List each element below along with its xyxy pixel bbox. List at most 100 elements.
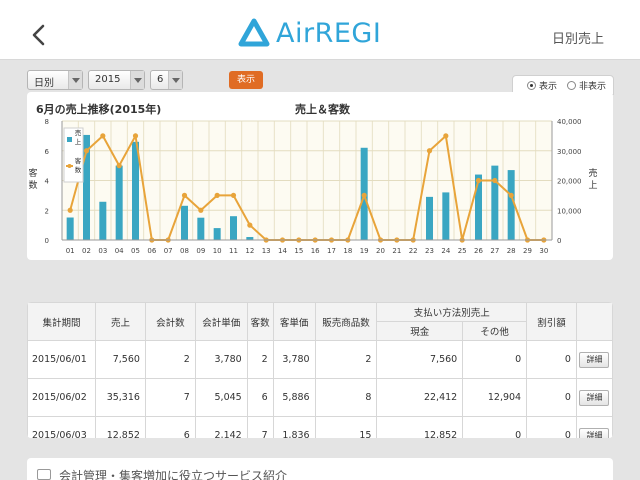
x-tick-label: 11 xyxy=(229,247,238,255)
sales-table-panel: 集計期間 売上 会計数 会計単価 客数 客単価 販売商品数 支払い方法別売上 割… xyxy=(27,302,613,438)
customers-point xyxy=(83,148,90,154)
cell-cash: 12,852 xyxy=(376,416,464,438)
col-customer-price: 客単価 xyxy=(272,302,316,341)
customers-point xyxy=(492,177,498,184)
cell-other: 0 xyxy=(462,416,528,438)
col-count: 会計数 xyxy=(144,302,196,341)
detail-button[interactable]: 詳細 xyxy=(579,389,610,406)
toggle-hide-radio[interactable]: 非表示 xyxy=(567,79,606,92)
period-select-value: 日別 xyxy=(34,78,54,89)
legend-label-customers-char: 客 xyxy=(75,156,82,165)
x-tick-label: 06 xyxy=(147,247,156,255)
cell-customer-price: 5,886 xyxy=(272,378,316,417)
sales-bar xyxy=(230,216,237,240)
cell-items: 2 xyxy=(314,340,378,379)
x-tick-label: 03 xyxy=(98,247,107,255)
sales-chart: 01 02 03 04 05 06 07 08 09 10 11 12 13 14 15 16 17 18 19 20… xyxy=(28,118,597,255)
right-tick-label: 40,000 xyxy=(557,118,582,126)
sales-bar xyxy=(475,174,482,240)
year-select-value: 2015 xyxy=(95,74,121,85)
table-row: 2015/06/03 12,852 6 2,142 7 1,836 15 12,… xyxy=(27,416,613,438)
customers-point xyxy=(100,133,106,139)
customers-point xyxy=(247,222,253,228)
x-tick-label: 23 xyxy=(425,247,434,255)
chevron-down-icon xyxy=(68,71,82,89)
x-tick-label: 29 xyxy=(523,247,532,255)
left-tick-label: 2 xyxy=(45,207,49,215)
cell-customer-price: 3,780 xyxy=(272,340,316,379)
col-sales: 売上 xyxy=(94,302,146,341)
left-tick-label: 6 xyxy=(45,148,50,156)
x-tick-label: 28 xyxy=(507,247,516,255)
col-payment-group: 支払い方法別売上 xyxy=(376,302,528,322)
y-label-left-char: 数 xyxy=(28,179,37,191)
filter-bar: 日別 2015 6 xyxy=(27,70,188,90)
cell-items: 15 xyxy=(314,416,378,438)
cell-customer-price: 1,836 xyxy=(272,416,316,438)
customers-point xyxy=(214,192,220,198)
period-select[interactable]: 日別 xyxy=(27,70,83,90)
x-tick-label: 19 xyxy=(360,247,369,255)
service-intro-panel[interactable]: 会計管理・集客増加に役立つサービス紹介 xyxy=(27,458,613,480)
col-period: 集計期間 xyxy=(27,302,96,341)
right-tick-label: 10,000 xyxy=(557,207,582,215)
detail-button[interactable]: 詳細 xyxy=(579,427,610,438)
x-tick-label: 10 xyxy=(213,247,222,255)
app-header: AirREGI 日別売上 xyxy=(0,0,640,60)
cell-unit-price: 5,045 xyxy=(194,378,248,417)
left-tick-labels: 0 2 4 6 8 xyxy=(45,118,50,245)
cell-date: 2015/06/03 xyxy=(27,416,96,438)
cell-sales: 7,560 xyxy=(94,340,146,379)
chevron-down-icon xyxy=(130,71,144,89)
page-title: 日別売上 xyxy=(551,32,604,47)
cell-detail: 詳細 xyxy=(575,340,613,379)
table-row: 2015/06/01 7,560 2 3,780 2 3,780 2 7,560… xyxy=(27,340,613,379)
col-items: 販売商品数 xyxy=(314,302,378,341)
customers-point xyxy=(230,192,237,198)
cell-sales: 35,316 xyxy=(94,378,146,417)
x-tick-label: 13 xyxy=(262,247,271,255)
legend-label-sales-char: 上 xyxy=(75,137,82,146)
col-discount: 割引額 xyxy=(526,302,577,341)
year-select[interactable]: 2015 xyxy=(88,70,145,90)
toggle-show-radio[interactable]: 表示 xyxy=(527,79,557,92)
sales-bar xyxy=(66,217,74,240)
customers-point xyxy=(426,148,433,154)
x-tick-label: 25 xyxy=(458,247,467,255)
back-arrow-icon[interactable] xyxy=(30,24,48,46)
customers-point xyxy=(443,133,449,139)
legend-marker-customers xyxy=(67,164,72,168)
y-label-left-char: 客 xyxy=(28,167,37,179)
toggle-show-label: 表示 xyxy=(539,81,558,92)
cell-discount: 0 xyxy=(526,378,577,417)
x-tick-label: 26 xyxy=(474,247,483,255)
x-tick-label: 18 xyxy=(343,247,352,255)
cell-sales: 12,852 xyxy=(94,416,146,438)
x-tick-label: 14 xyxy=(278,247,287,255)
customers-point xyxy=(132,133,139,139)
sales-bar xyxy=(426,196,433,240)
show-button[interactable]: 表示 xyxy=(229,71,263,89)
logo-text: AirREGI xyxy=(276,17,382,49)
col-cash: 現金 xyxy=(376,321,464,341)
x-tick-labels: 01 02 03 04 05 06 07 08 09 10 11 12 13 14 15 16 17 18 19 20… xyxy=(66,247,549,255)
service-intro-title: 会計管理・集客増加に役立つサービス紹介 xyxy=(59,469,288,480)
sales-bar xyxy=(213,228,221,240)
x-tick-label: 02 xyxy=(82,247,91,255)
cell-items: 8 xyxy=(314,378,378,417)
daily-sales-table: 集計期間 売上 会計数 会計単価 客数 客単価 販売商品数 支払い方法別売上 割… xyxy=(27,302,613,438)
legend-label-customers-char: 数 xyxy=(75,165,82,174)
detail-button[interactable]: 詳細 xyxy=(579,351,610,368)
cell-other: 12,904 xyxy=(462,378,528,417)
x-tick-label: 27 xyxy=(490,247,499,255)
radio-unchecked-icon xyxy=(567,80,577,90)
right-tick-label: 20,000 xyxy=(557,178,582,186)
cell-customers: 2 xyxy=(246,340,274,379)
x-tick-label: 07 xyxy=(164,247,173,255)
x-tick-label: 05 xyxy=(131,247,140,255)
x-tick-label: 01 xyxy=(66,247,75,255)
month-select[interactable]: 6 xyxy=(150,70,183,90)
sales-bar xyxy=(442,192,450,240)
cell-count: 6 xyxy=(144,416,196,438)
cell-cash: 7,560 xyxy=(376,340,464,379)
